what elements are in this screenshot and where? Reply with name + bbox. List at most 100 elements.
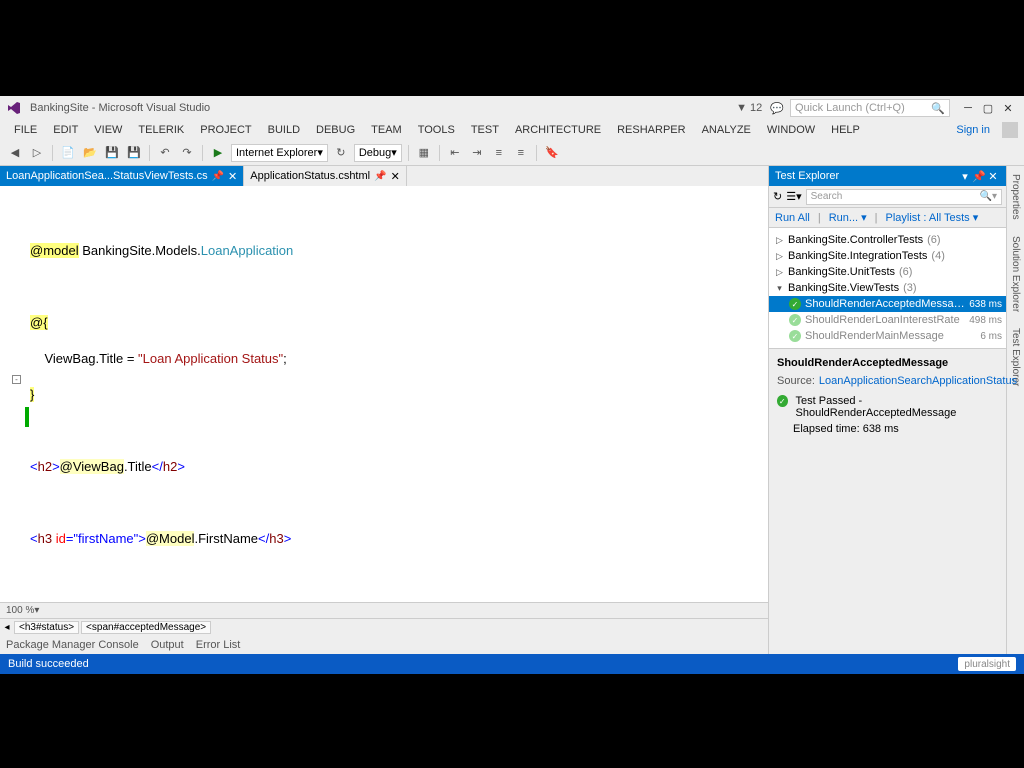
pass-icon: ✓ [789,298,801,310]
breadcrumb-nav-icon[interactable]: ◂ [2,622,12,633]
tab-errorlist[interactable]: Error List [196,639,241,651]
new-project-button[interactable]: 📄 [59,144,77,162]
test-group[interactable]: ▷BankingSite.UnitTests (6) [769,264,1006,280]
pass-icon: ✓ [777,395,788,407]
nav-fwd-button[interactable]: ▷ [28,144,46,162]
bookmark-icon[interactable]: 🔖 [543,144,561,162]
comment-icon[interactable]: ≡ [490,144,508,162]
menu-project[interactable]: PROJECT [192,124,259,136]
test-run-links: Run All | Run... ▾ | Playlist : All Test… [769,208,1006,228]
save-all-button[interactable]: 💾 [125,144,143,162]
vs-logo-icon [6,100,22,116]
window-title: BankingSite - Microsoft Visual Studio [30,102,210,114]
redo-button[interactable]: ↷ [178,144,196,162]
test-detail-pane: ShouldRenderAcceptedMessage Source: Loan… [769,348,1006,654]
test-group[interactable]: ▷BankingSite.ControllerTests (6) [769,232,1006,248]
start-debug-button[interactable]: ▶ [209,144,227,162]
menu-build[interactable]: BUILD [260,124,308,136]
breadcrumb-item[interactable]: <h3#status> [14,621,79,634]
test-group[interactable]: ▾BankingSite.ViewTests (3) [769,280,1006,296]
feedback-icon[interactable]: 💬 [770,102,784,115]
breadcrumb-bar: ◂ <h3#status> <span#acceptedMessage> [0,618,768,636]
test-item[interactable]: ✓ShouldRenderMainMessage6 ms [769,328,1006,344]
panel-close-icon[interactable]: ✕ [986,170,1000,183]
panel-pin-icon[interactable]: 📌 [972,170,986,183]
run-link[interactable]: Run... ▾ [829,211,867,224]
close-tab-icon[interactable]: ✕ [228,170,237,183]
search-icon: 🔍 [931,102,945,115]
undo-button[interactable]: ↶ [156,144,174,162]
avatar-icon[interactable] [1002,122,1018,138]
playlist-link[interactable]: Playlist : All Tests ▾ [886,211,979,224]
menu-edit[interactable]: EDIT [45,124,86,136]
status-bar: Build succeeded pluralsight [0,654,1024,674]
menu-team[interactable]: TEAM [363,124,410,136]
save-button[interactable]: 💾 [103,144,121,162]
pin-icon[interactable]: 📌 [374,171,386,182]
browser-select[interactable]: Internet Explorer ▾ [231,144,328,162]
build-status: Build succeeded [8,658,89,670]
menu-help[interactable]: HELP [823,124,868,136]
tab-appstatus[interactable]: ApplicationStatus.cshtml 📌 ✕ [244,166,407,186]
outline-collapse-icon[interactable]: - [12,375,21,384]
menu-debug[interactable]: DEBUG [308,124,363,136]
pass-icon: ✓ [789,330,801,342]
nav-back-button[interactable]: ◀ [6,144,24,162]
open-file-button[interactable]: 📂 [81,144,99,162]
menu-architecture[interactable]: ARCHITECTURE [507,124,609,136]
menu-file[interactable]: FILE [6,124,45,136]
config-select[interactable]: Debug ▾ [354,144,402,162]
menu-view[interactable]: VIEW [86,124,130,136]
menu-analyze[interactable]: ANALYZE [694,124,759,136]
maximize-button[interactable]: ▢ [978,100,998,116]
pin-icon[interactable]: 📌 [212,171,224,182]
notification-count[interactable]: ▼ 12 [736,102,762,114]
indent-icon[interactable]: ⇤ [446,144,464,162]
tab-loantests[interactable]: LoanApplicationSea...StatusViewTests.cs … [0,166,244,186]
zoom-bar[interactable]: 100 % ▾ [0,602,768,618]
menu-resharper[interactable]: RESHARPER [609,124,693,136]
test-explorer-panel: Test Explorer ▾ 📌 ✕ ↻ ☰▾ Search🔍▾ Run Al… [768,166,1006,654]
code-editor[interactable]: - @model BankingSite.Models.LoanApplicat… [0,186,768,602]
test-explorer-toolbar: ↻ ☰▾ Search🔍▾ [769,186,1006,208]
close-button[interactable]: ✕ [998,100,1018,116]
document-tabs: LoanApplicationSea...StatusViewTests.cs … [0,166,768,186]
refresh-icon[interactable]: ↻ [773,190,782,203]
titlebar: BankingSite - Microsoft Visual Studio ▼ … [0,96,1024,120]
sign-in-link[interactable]: Sign in [948,124,998,136]
test-item-selected[interactable]: ✓ShouldRenderAcceptedMessage638 ms [769,296,1006,312]
source-link[interactable]: LoanApplicationSearchApplicationStatus [819,375,1017,387]
tab-output[interactable]: Output [151,639,184,651]
menu-window[interactable]: WINDOW [759,124,823,136]
vtab-properties[interactable]: Properties [1010,170,1021,224]
detail-status: Test Passed - ShouldRenderAcceptedMessag… [796,395,998,419]
menu-telerik[interactable]: TELERIK [130,124,192,136]
change-marker [25,407,29,427]
tab-pmc[interactable]: Package Manager Console [6,639,139,651]
menu-test[interactable]: TEST [463,124,507,136]
quick-launch-input[interactable]: Quick Launch (Ctrl+Q)🔍 [790,99,950,117]
toolbar: ◀ ▷ 📄 📂 💾 💾 ↶ ↷ ▶ Internet Explorer ▾ ↻ … [0,140,1024,166]
panel-dropdown-icon[interactable]: ▾ [958,170,972,183]
misc-icon[interactable]: ▦ [415,144,433,162]
uncomment-icon[interactable]: ≡ [512,144,530,162]
close-tab-icon[interactable]: ✕ [391,170,400,183]
vtab-solution-explorer[interactable]: Solution Explorer [1010,232,1021,316]
test-search-input[interactable]: Search🔍▾ [806,189,1002,205]
bottom-tool-tabs: Package Manager Console Output Error Lis… [0,636,768,654]
refresh-icon[interactable]: ↻ [332,144,350,162]
test-item[interactable]: ✓ShouldRenderLoanInterestRate498 ms [769,312,1006,328]
run-all-link[interactable]: Run All [775,212,810,224]
right-collapsed-tabs: Properties Solution Explorer Test Explor… [1006,166,1024,654]
test-group[interactable]: ▷BankingSite.IntegrationTests (4) [769,248,1006,264]
menu-tools[interactable]: TOOLS [410,124,463,136]
outdent-icon[interactable]: ⇥ [468,144,486,162]
breadcrumb-item[interactable]: <span#acceptedMessage> [81,621,211,634]
minimize-button[interactable]: ─ [958,100,978,116]
pluralsight-badge: pluralsight [958,657,1016,671]
group-by-icon[interactable]: ☰▾ [786,190,801,203]
pass-icon: ✓ [789,314,801,326]
detail-title: ShouldRenderAcceptedMessage [777,357,998,369]
test-tree: ▷BankingSite.ControllerTests (6) ▷Bankin… [769,228,1006,348]
menubar: FILE EDIT VIEW TELERIK PROJECT BUILD DEB… [0,120,1024,140]
